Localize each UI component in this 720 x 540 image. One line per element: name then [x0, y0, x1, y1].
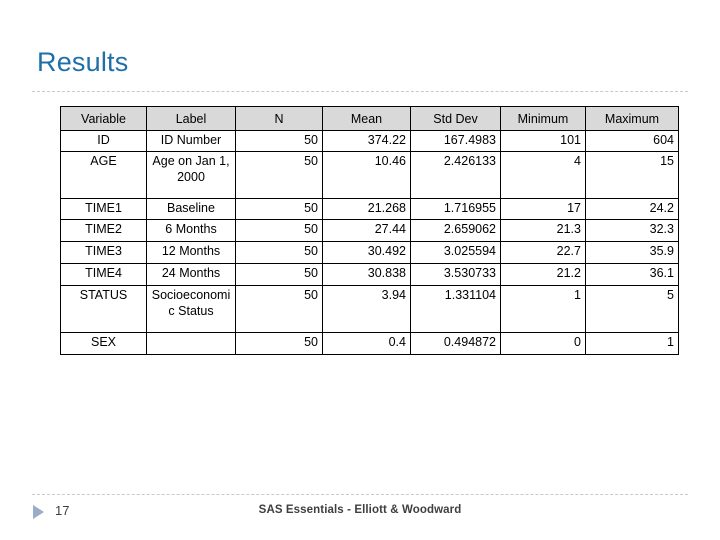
cell-minimum: 21.2	[500, 263, 586, 286]
cell-std-dev: 2.426133	[410, 151, 501, 199]
cell-label: Age on Jan 1, 2000	[146, 151, 236, 199]
cell-mean: 0.4	[322, 332, 411, 355]
cell-minimum: 101	[500, 130, 586, 152]
cell-minimum: 4	[500, 151, 586, 199]
cell-mean: 30.838	[322, 263, 411, 286]
cell-n: 50	[235, 332, 323, 355]
cell-variable: ID	[60, 130, 147, 152]
cell-label: 24 Months	[146, 263, 236, 286]
cell-minimum: 1	[500, 285, 586, 333]
cell-minimum: 17	[500, 198, 586, 220]
cell-minimum: 0	[500, 332, 586, 355]
cell-label: ID Number	[146, 130, 236, 152]
column-header-label: Label	[146, 106, 236, 131]
cell-std-dev: 2.659062	[410, 219, 501, 242]
cell-mean: 374.22	[322, 130, 411, 152]
cell-variable: TIME4	[60, 263, 147, 286]
cell-n: 50	[235, 151, 323, 199]
cell-n: 50	[235, 219, 323, 242]
column-header-std-dev: Std Dev	[410, 106, 501, 131]
column-header-mean: Mean	[322, 106, 411, 131]
cell-std-dev: 3.530733	[410, 263, 501, 286]
cell-variable: TIME2	[60, 219, 147, 242]
table-row: TIME4 24 Months 50 30.838 3.530733 21.2 …	[60, 263, 679, 286]
cell-std-dev: 1.331104	[410, 285, 501, 333]
cell-maximum: 32.3	[585, 219, 679, 242]
cell-label: Baseline	[146, 198, 236, 220]
table-row: TIME1 Baseline 50 21.268 1.716955 17 24.…	[60, 198, 679, 220]
table-row: SEX 50 0.4 0.494872 0 1	[60, 332, 679, 355]
cell-mean: 30.492	[322, 241, 411, 264]
cell-minimum: 21.3	[500, 219, 586, 242]
column-header-n: N	[235, 106, 323, 131]
table-header-row: Variable Label N Mean Std Dev Minimum Ma…	[60, 106, 679, 131]
cell-n: 50	[235, 263, 323, 286]
cell-n: 50	[235, 130, 323, 152]
cell-mean: 27.44	[322, 219, 411, 242]
cell-label: 6 Months	[146, 219, 236, 242]
cell-maximum: 15	[585, 151, 679, 199]
table-row: ID ID Number 50 374.22 167.4983 101 604	[60, 130, 679, 152]
cell-maximum: 604	[585, 130, 679, 152]
cell-maximum: 5	[585, 285, 679, 333]
column-header-maximum: Maximum	[585, 106, 679, 131]
cell-n: 50	[235, 198, 323, 220]
cell-variable: TIME3	[60, 241, 147, 264]
slide-footer: 17 SAS Essentials - Elliott & Woodward	[0, 500, 720, 530]
cell-std-dev: 167.4983	[410, 130, 501, 152]
cell-maximum: 24.2	[585, 198, 679, 220]
cell-std-dev: 3.025594	[410, 241, 501, 264]
cell-variable: AGE	[60, 151, 147, 199]
footer-divider	[32, 494, 688, 495]
cell-n: 50	[235, 285, 323, 333]
footer-text: SAS Essentials - Elliott & Woodward	[258, 504, 462, 516]
column-header-minimum: Minimum	[500, 106, 586, 131]
cell-mean: 21.268	[322, 198, 411, 220]
cell-maximum: 1	[585, 332, 679, 355]
table-row: TIME2 6 Months 50 27.44 2.659062 21.3 32…	[60, 219, 679, 242]
cell-minimum: 22.7	[500, 241, 586, 264]
table-row: STATUS Socioeconomic Status 50 3.94 1.33…	[60, 285, 679, 333]
cell-variable: STATUS	[60, 285, 147, 333]
table-row: AGE Age on Jan 1, 2000 50 10.46 2.426133…	[60, 151, 679, 199]
column-header-variable: Variable	[60, 106, 147, 131]
statistics-table: Variable Label N Mean Std Dev Minimum Ma…	[60, 106, 679, 355]
title-divider	[32, 91, 688, 92]
cell-maximum: 36.1	[585, 263, 679, 286]
page-title: Results	[37, 47, 129, 77]
cell-variable: TIME1	[60, 198, 147, 220]
cell-std-dev: 1.716955	[410, 198, 501, 220]
table-row: TIME3 12 Months 50 30.492 3.025594 22.7 …	[60, 241, 679, 264]
cell-maximum: 35.9	[585, 241, 679, 264]
cell-variable: SEX	[60, 332, 147, 355]
cell-label: 12 Months	[146, 241, 236, 264]
cell-std-dev: 0.494872	[410, 332, 501, 355]
cell-label	[146, 332, 236, 355]
cell-n: 50	[235, 241, 323, 264]
cell-mean: 3.94	[322, 285, 411, 333]
cell-mean: 10.46	[322, 151, 411, 199]
sas-output-table: Variable Label N Mean Std Dev Minimum Ma…	[60, 106, 679, 355]
cell-label: Socioeconomic Status	[146, 285, 236, 333]
